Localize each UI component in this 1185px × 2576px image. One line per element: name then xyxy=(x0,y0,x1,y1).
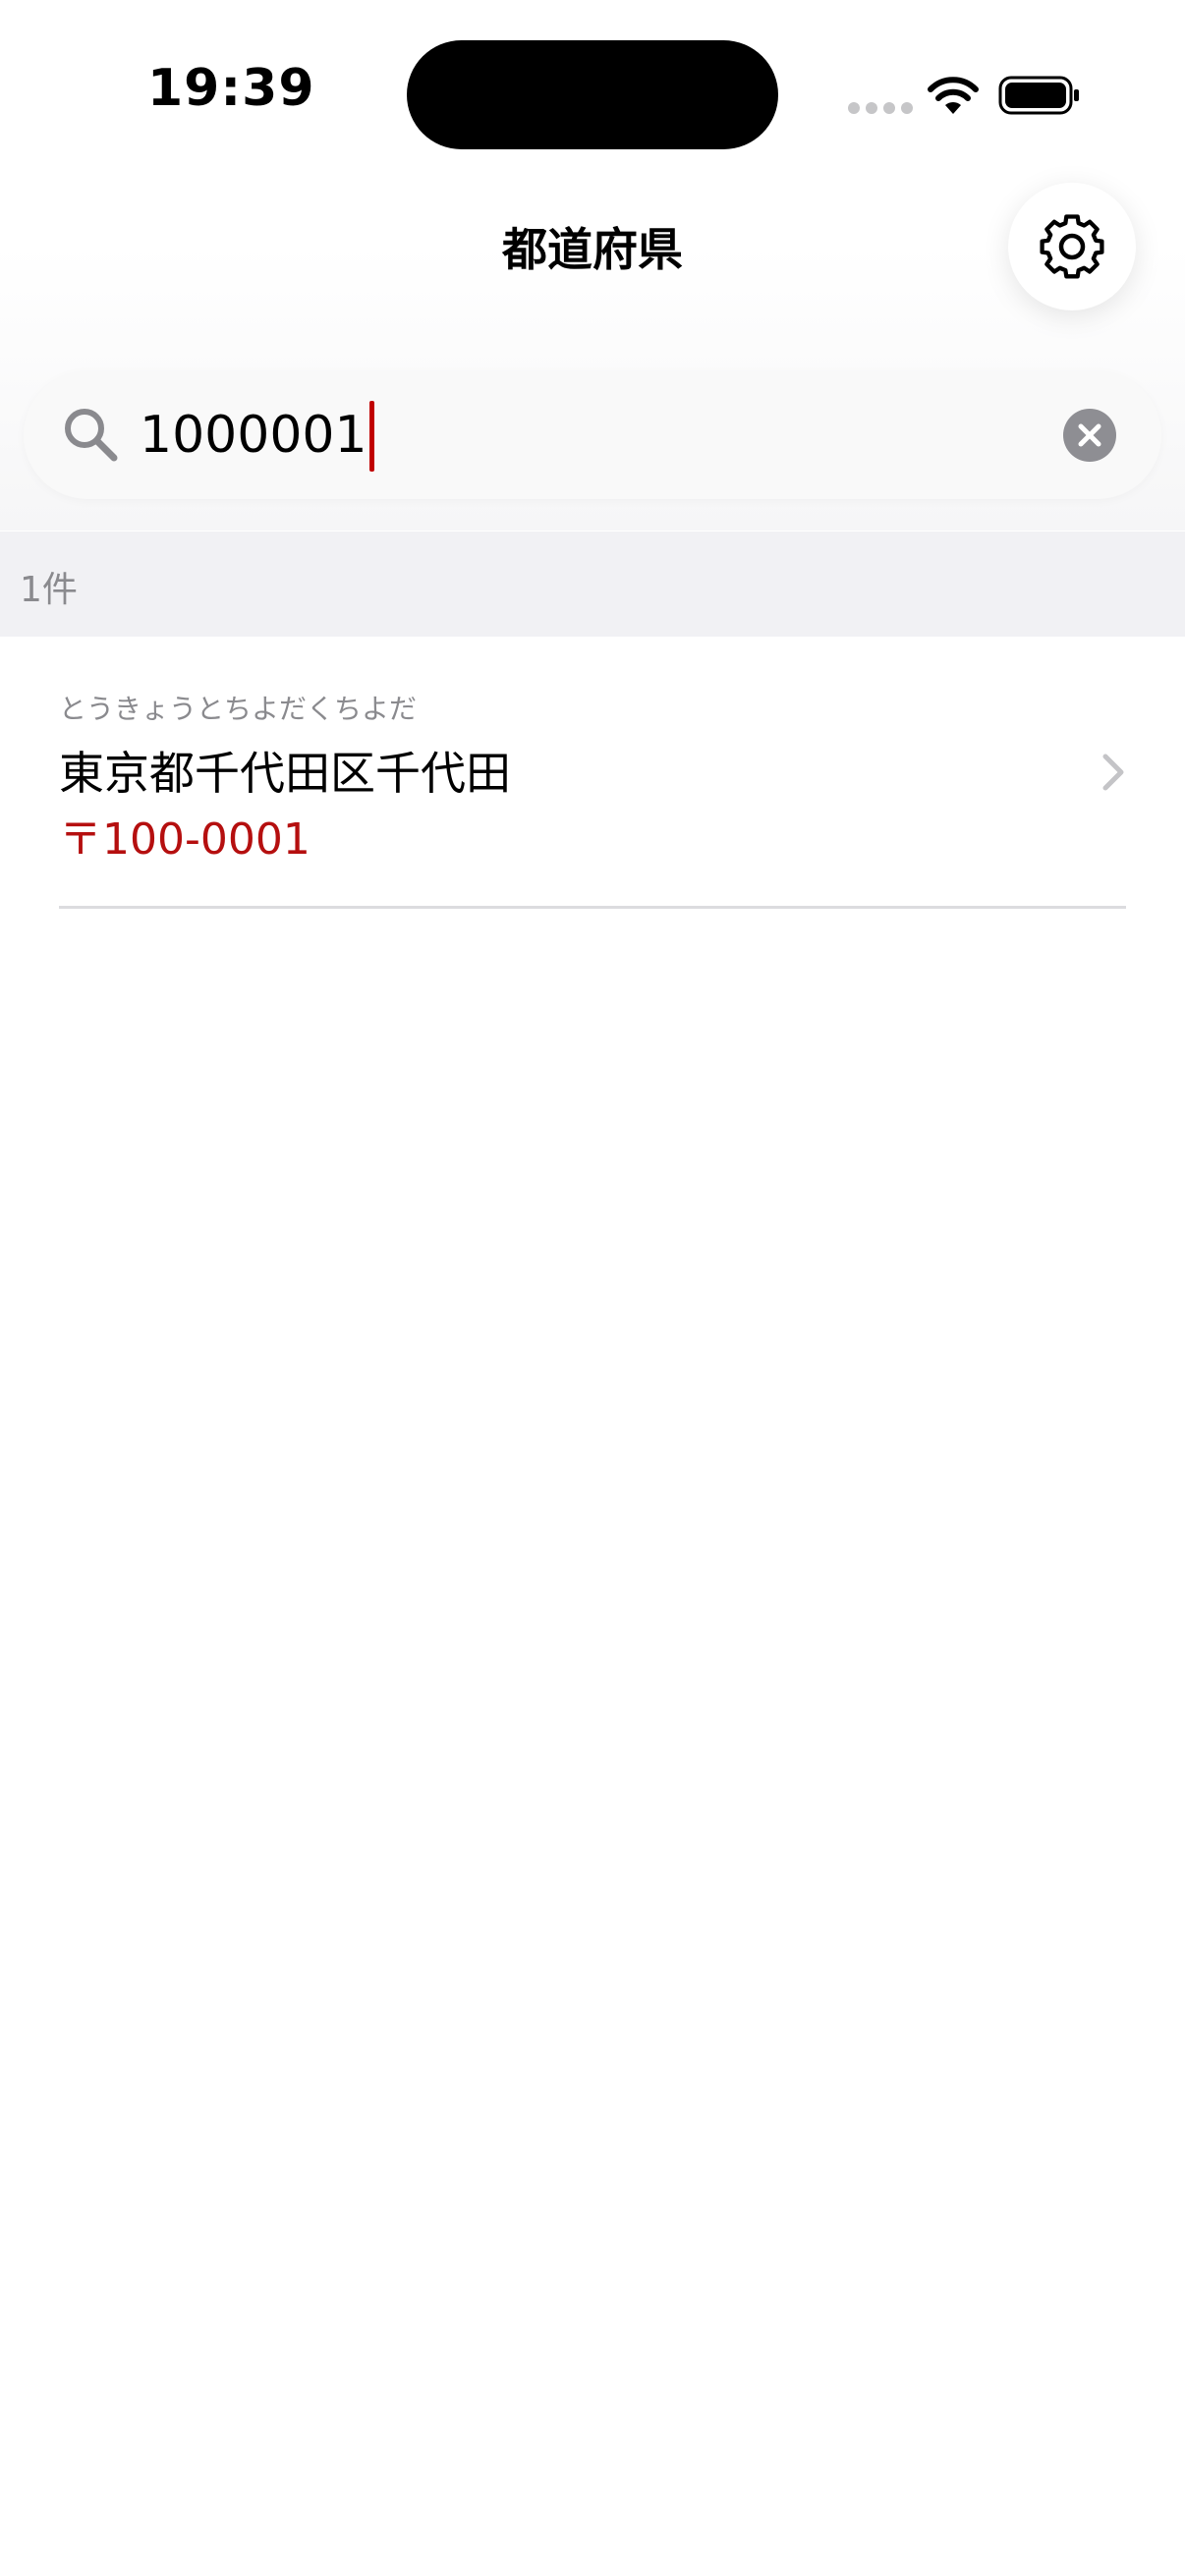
clear-search-button[interactable] xyxy=(1063,409,1116,462)
chevron-right-icon xyxy=(1102,754,1124,791)
list-item[interactable]: とうきょうとちよだくちよだ 東京都千代田区千代田 〒100-0001 xyxy=(0,637,1185,908)
result-count-header: 1件 xyxy=(0,532,1185,637)
close-icon xyxy=(1078,423,1101,447)
search-bar xyxy=(24,371,1161,499)
cellular-signal-icon xyxy=(848,102,913,114)
result-count: 1件 xyxy=(20,570,78,610)
text-caret xyxy=(368,401,374,472)
address-name: 東京都千代田区千代田 xyxy=(59,747,511,800)
battery-icon xyxy=(998,76,1079,115)
row-divider xyxy=(59,906,1126,909)
wifi-icon xyxy=(928,77,979,114)
postal-code: 〒100-0001 xyxy=(59,814,310,865)
dynamic-island xyxy=(407,40,778,149)
settings-button[interactable] xyxy=(1008,183,1136,310)
search-icon xyxy=(65,409,118,462)
gear-icon xyxy=(1040,214,1104,279)
status-time: 19:39 xyxy=(147,59,315,118)
address-reading: とうきょうとちよだくちよだ xyxy=(59,693,418,725)
search-input[interactable] xyxy=(140,391,1024,479)
